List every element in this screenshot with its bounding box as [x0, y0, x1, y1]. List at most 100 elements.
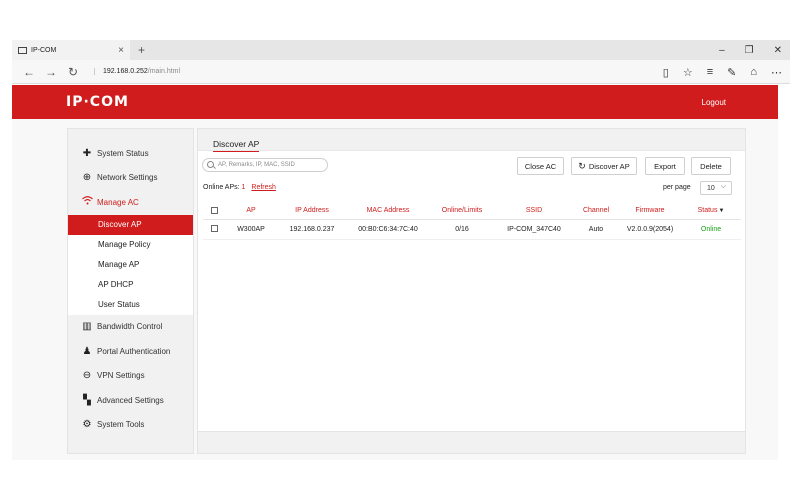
sidebar-item-label: Portal Authentication — [97, 346, 171, 356]
sidebar-sub-manage-policy[interactable]: Manage Policy — [68, 234, 193, 255]
sidebar: ✚ System Status ⊕ Network Settings Manag… — [67, 128, 194, 454]
hub-icon[interactable]: ≡ — [707, 66, 713, 78]
close-tab-icon[interactable]: × — [118, 45, 124, 56]
gears-icon: ⚙ — [82, 419, 92, 431]
panel-header: Discover AP — [198, 129, 745, 152]
select-all-cell — [203, 203, 225, 220]
grid-icon: ▚ — [83, 394, 91, 406]
chart-icon: ▥ — [82, 321, 92, 333]
col-status[interactable]: Status▼ — [681, 203, 741, 220]
app-header: IP·COM Logout — [12, 85, 778, 119]
sidebar-item-label: Bandwidth Control — [97, 322, 163, 332]
tab-title: IP-COM — [31, 46, 57, 54]
col-ssid[interactable]: SSID — [495, 203, 573, 220]
reading-view-icon[interactable]: ▯ — [663, 66, 669, 79]
url-path: /main.html — [147, 68, 181, 75]
sidebar-item-system-status[interactable]: ✚ System Status — [68, 141, 193, 166]
forward-arrow-icon[interactable]: → — [40, 65, 62, 79]
user-icon: ♟ — [82, 345, 92, 357]
ip-com-logo: IP·COM — [66, 94, 129, 110]
sidebar-sub-user-status[interactable]: User Status — [68, 294, 193, 315]
address-bar-tools: ▯ ☆ ≡ ✎ ⌂ ⋯ — [663, 60, 782, 84]
col-channel[interactable]: Channel — [573, 203, 619, 220]
chevron-down-icon: ⌵ — [720, 183, 726, 190]
sidebar-item-label: Advanced Settings — [97, 395, 164, 405]
refresh-icon[interactable]: ↻ — [62, 65, 84, 79]
per-page-select[interactable]: 10 ⌵ — [700, 181, 732, 195]
cell-online-limits: 0/16 — [429, 219, 495, 240]
sidebar-item-network-settings[interactable]: ⊕ Network Settings — [68, 166, 193, 191]
cell-ip: 192.168.0.237 — [277, 219, 347, 240]
cell-channel: Auto — [573, 219, 619, 240]
share-icon[interactable]: ⌂ — [750, 66, 757, 78]
sidebar-item-label: System Status — [97, 148, 149, 158]
cell-ap: W300AP — [225, 219, 277, 240]
url-field[interactable]: 192.168.0.252/main.html — [94, 68, 180, 75]
sidebar-item-vpn-settings[interactable]: ⊖ VPN Settings — [68, 364, 193, 389]
sort-down-icon[interactable]: ▼ — [718, 208, 724, 214]
pulse-icon: ✚ — [82, 147, 92, 159]
cell-ssid: IP-COM_347C40 — [495, 219, 573, 240]
sidebar-item-bandwidth-control[interactable]: ▥ Bandwidth Control — [68, 315, 193, 340]
search-input[interactable]: AP, Remarks, IP, MAC, SSID — [202, 158, 328, 172]
row-checkbox[interactable] — [210, 225, 218, 233]
sidebar-item-label: System Tools — [97, 420, 145, 430]
sidebar-item-label: Manage AC — [97, 197, 139, 207]
cell-status: Online — [681, 219, 741, 240]
col-firmware[interactable]: Firmware — [619, 203, 681, 220]
discover-ap-label: Discover AP — [588, 161, 630, 171]
refresh-icon: ↻ — [578, 160, 586, 171]
maximize-icon[interactable]: ❐ — [745, 45, 754, 56]
sidebar-item-label: VPN Settings — [97, 371, 145, 381]
panel-footer — [198, 431, 745, 453]
browser-tab[interactable]: IP-COM × — [12, 40, 130, 60]
page-icon — [18, 46, 27, 54]
col-ap[interactable]: AP — [225, 203, 277, 220]
new-tab-icon[interactable]: + — [138, 43, 145, 57]
sidebar-item-manage-ac[interactable]: Manage AC — [68, 190, 193, 215]
export-button[interactable]: Export — [645, 157, 685, 175]
row-select-cell — [203, 219, 225, 240]
address-bar: ← → ↻ 192.168.0.252/main.html ▯ ☆ ≡ ✎ ⌂ … — [12, 60, 790, 84]
cell-firmware: V2.0.0.9(2054) — [619, 219, 681, 240]
sidebar-item-label: Network Settings — [97, 173, 158, 183]
logout-link[interactable]: Logout — [702, 98, 726, 107]
window-controls: – ❐ ✕ — [719, 40, 782, 60]
export-label: Export — [654, 161, 676, 171]
sidebar-sub-ap-dhcp[interactable]: AP DHCP — [68, 274, 193, 295]
discover-ap-panel: Discover AP AP, Remarks, IP, MAC, SSID C… — [197, 128, 746, 454]
table-header-row: AP IP Address MAC Address Online/Limits … — [203, 203, 741, 220]
col-mac-address[interactable]: MAC Address — [347, 203, 429, 220]
favorite-star-icon[interactable]: ☆ — [683, 66, 693, 79]
select-all-checkbox[interactable] — [210, 207, 218, 215]
more-icon[interactable]: ⋯ — [771, 66, 782, 79]
col-online-limits[interactable]: Online/Limits — [429, 203, 495, 220]
online-aps-label: Online APs: — [203, 184, 240, 191]
sidebar-sub-discover-ap[interactable]: Discover AP — [68, 214, 193, 235]
refresh-link[interactable]: Refresh — [251, 184, 276, 191]
globe-icon: ⊕ — [82, 172, 92, 184]
search-icon — [207, 161, 214, 168]
per-page-label: per page — [663, 184, 691, 191]
minimize-icon[interactable]: – — [719, 45, 725, 56]
delete-button[interactable]: Delete — [691, 157, 731, 175]
online-aps: Online APs: 1 Refresh — [203, 184, 276, 191]
url-host: 192.168.0.252 — [103, 68, 148, 75]
per-page-value: 10 — [707, 184, 715, 192]
close-window-icon[interactable]: ✕ — [774, 45, 782, 56]
close-ac-label: Close AC — [524, 161, 557, 171]
web-note-icon[interactable]: ✎ — [727, 66, 736, 79]
table-row[interactable]: W300AP 192.168.0.237 00:B0:C6:34:7C:40 0… — [203, 219, 741, 240]
vpn-icon: ⊖ — [82, 370, 92, 382]
wifi-icon — [81, 196, 93, 208]
col-status-label: Status — [697, 207, 718, 215]
sidebar-item-advanced-settings[interactable]: ▚ Advanced Settings — [68, 388, 193, 413]
sidebar-item-portal-authentication[interactable]: ♟ Portal Authentication — [68, 339, 193, 364]
back-arrow-icon[interactable]: ← — [18, 65, 40, 79]
sidebar-sub-manage-ap[interactable]: Manage AP — [68, 254, 193, 275]
col-ip-address[interactable]: IP Address — [277, 203, 347, 220]
sidebar-item-system-tools[interactable]: ⚙ System Tools — [68, 413, 193, 438]
online-aps-count: 1 — [241, 184, 246, 191]
close-ac-button[interactable]: Close AC — [517, 157, 564, 175]
discover-ap-button[interactable]: ↻ Discover AP — [571, 157, 637, 175]
